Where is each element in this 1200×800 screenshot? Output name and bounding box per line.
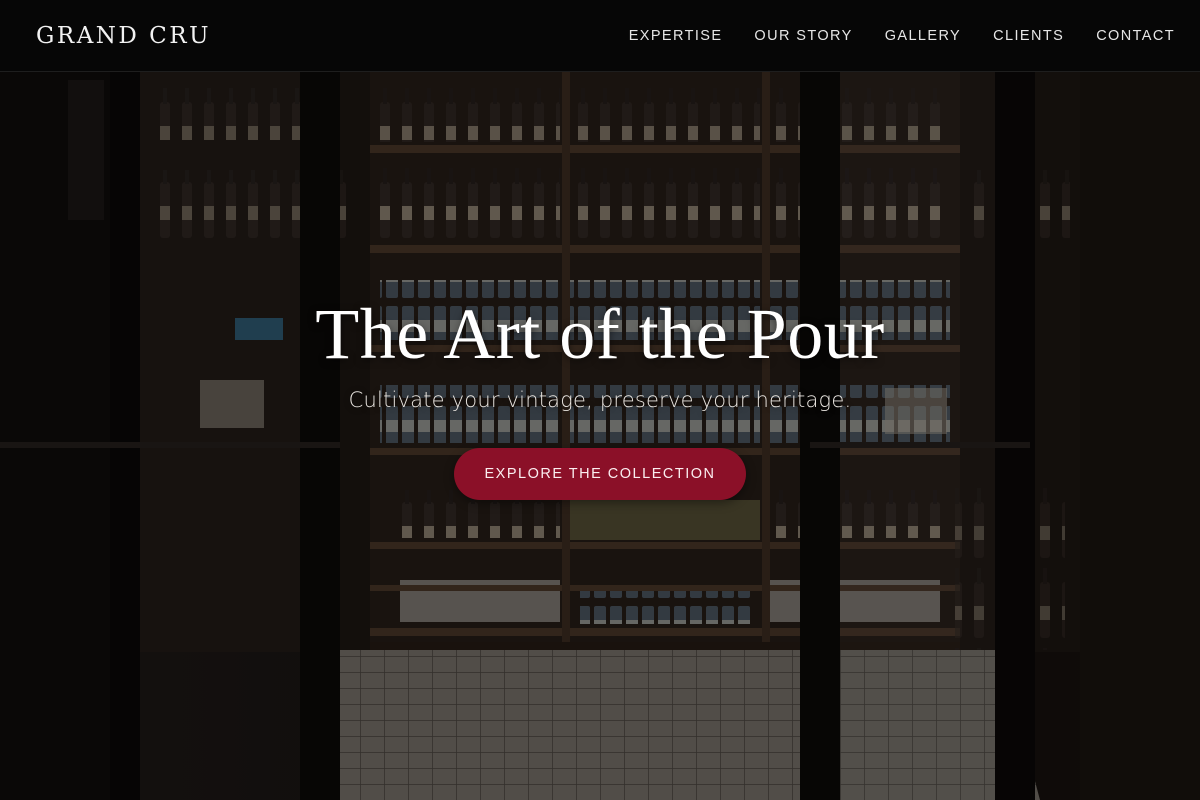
nav-item-contact: CONTACT <box>1080 28 1175 44</box>
nav-item-clients: CLIENTS <box>977 28 1080 44</box>
site-header: GRAND CRU EXPERTISE OUR STORY GALLERY CL… <box>0 0 1200 72</box>
nav-link-contact[interactable]: CONTACT <box>1080 28 1175 44</box>
nav-item-expertise: EXPERTISE <box>613 28 739 44</box>
hero-title: The Art of the Pour <box>315 294 885 374</box>
nav-link-gallery[interactable]: GALLERY <box>869 28 977 44</box>
nav-item-our-story: OUR STORY <box>738 28 868 44</box>
main-nav: EXPERTISE OUR STORY GALLERY CLIENTS CONT… <box>613 28 1175 44</box>
hero-section: The Art of the Pour Cultivate your vinta… <box>0 290 1200 500</box>
explore-collection-button[interactable]: EXPLORE THE COLLECTION <box>454 448 746 500</box>
brand-logo-link[interactable]: GRAND CRU <box>36 23 211 49</box>
nav-link-our-story[interactable]: OUR STORY <box>738 28 868 44</box>
nav-item-gallery: GALLERY <box>869 28 977 44</box>
hero-subtitle: Cultivate your vintage, preserve your he… <box>348 388 852 412</box>
nav-list: EXPERTISE OUR STORY GALLERY CLIENTS CONT… <box>613 28 1175 44</box>
nav-link-clients[interactable]: CLIENTS <box>977 28 1080 44</box>
nav-link-expertise[interactable]: EXPERTISE <box>613 28 739 44</box>
